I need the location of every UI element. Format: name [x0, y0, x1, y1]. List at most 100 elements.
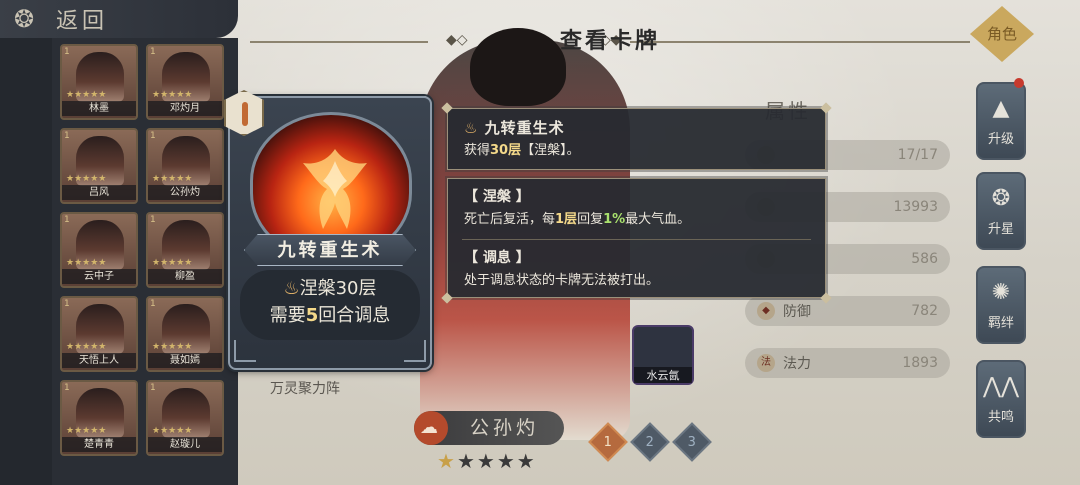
resonance-label: 共鸣: [987, 410, 1014, 425]
hero-card-name: 天悟上人: [62, 353, 136, 368]
skill-slot[interactable]: 水云氤: [632, 325, 694, 385]
hero-level-badge: 1: [64, 299, 70, 309]
hero-level-badge: 1: [150, 47, 156, 57]
defense-icon: ◆: [757, 302, 775, 320]
resonance-button[interactable]: ⋀⋀ 共鸣: [976, 360, 1026, 438]
stat-row-defense: ◆ 防御 782: [745, 296, 950, 326]
hero-card-name: 公孙灼: [148, 185, 222, 200]
stat-value: 586: [911, 251, 938, 267]
tier-selector: 1 2 3: [588, 422, 712, 462]
roster-hero-card[interactable]: 1 ★★★★★ 吕风: [60, 128, 138, 204]
hero-level-badge: 1: [64, 215, 70, 225]
hero-card-name: 吕风: [62, 185, 136, 200]
hero-card-stars: ★★★★★: [152, 426, 193, 436]
back-button[interactable]: ❂ 返回: [0, 0, 238, 38]
keyword-desc: 处于调息状态的卡牌无法被打出。: [464, 273, 660, 288]
card-cost-prefix: 需要: [269, 305, 306, 326]
card-caption: 万灵聚力阵: [270, 381, 340, 397]
hero-card-stars: ★★★★★: [152, 90, 193, 100]
roster-hero-card[interactable]: 1 ★★★★★ 邓灼月: [146, 44, 224, 120]
skill-tooltip-title-row: ♨ 九转重生术: [464, 117, 809, 139]
hero-level-badge: 1: [150, 215, 156, 225]
tier-label: 1: [603, 434, 613, 450]
roster-hero-card[interactable]: 1 ★★★★★ 楚青青: [60, 380, 138, 456]
star-icon: ★: [496, 449, 517, 473]
roster-hero-card[interactable]: 1 ★★★★★ 柳盈: [146, 212, 224, 288]
star-up-label: 升星: [987, 222, 1014, 237]
tier-button[interactable]: 1: [588, 422, 628, 462]
fire-element-icon: ☁: [414, 411, 448, 445]
card-cost-value: 5: [305, 305, 319, 326]
desc-part: 回复: [577, 212, 604, 227]
roster-hero-card[interactable]: 1 ★★★★★ 天悟上人: [60, 296, 138, 372]
card-effect-value: 30层: [335, 278, 377, 299]
back-label: 返回: [56, 9, 109, 34]
hero-level-badge: 1: [150, 383, 156, 393]
card-cost-line: 需要5回合调息: [240, 302, 420, 330]
hero-card-name: 林墨: [62, 101, 136, 116]
hero-card-stars: ★★★★★: [152, 342, 193, 352]
phoenix-icon: [303, 149, 367, 229]
hero-card-stars: ★★★★★: [152, 258, 193, 268]
card-corner-ornament: [234, 340, 256, 362]
bond-icon: ✺: [991, 280, 1011, 305]
hero-level-badge: 1: [64, 47, 70, 57]
hero-card-stars: ★★★★★: [152, 174, 193, 184]
roster-hero-card[interactable]: 1 ★★★★★ 云中子: [60, 212, 138, 288]
mana-icon: 法: [757, 354, 775, 372]
card-cost-suffix: 回合调息: [318, 305, 391, 326]
card-effect-prefix: 涅槃: [299, 278, 336, 299]
roster-hero-card[interactable]: 1 ★★★★★ 聂如嫣: [146, 296, 224, 372]
hero-card-name: 楚青青: [62, 437, 136, 452]
keyword-title: 【 调息 】: [464, 250, 530, 266]
desc-part: 1%: [603, 212, 626, 227]
bond-button[interactable]: ✺ 羁绊: [976, 266, 1026, 344]
flame-icon: ♨: [283, 278, 300, 299]
stat-label: 法力: [783, 356, 811, 372]
flame-icon: ♨: [464, 119, 485, 137]
card-description: ♨涅槃30层 需要5回合调息: [240, 270, 420, 340]
roster-hero-card[interactable]: 1 ★★★★★ 林墨: [60, 44, 138, 120]
star-icon: ★: [476, 449, 497, 473]
card-effect-line: ♨涅槃30层: [240, 276, 420, 302]
tier-label: 3: [687, 434, 697, 450]
bond-label: 羁绊: [987, 316, 1014, 331]
keyword-meditate: 【 调息 】 处于调息状态的卡牌无法被打出。: [448, 240, 825, 300]
tier-button[interactable]: 3: [672, 422, 712, 462]
roster-grid: 1 ★★★★★ 林墨 1 ★★★★★ 邓灼月 1 ★★★★★ 吕风 1 ★★★★★ 公孙灼 1 ★★★★★…: [60, 44, 230, 456]
hero-level-badge: 1: [64, 383, 70, 393]
card-corner-ornament: [404, 340, 426, 362]
desc-value: 30层: [490, 143, 522, 158]
hero-card-stars: ★★★★★: [66, 174, 107, 184]
stat-label: 防御: [783, 304, 811, 320]
upgrade-button[interactable]: ▲ 升级: [976, 82, 1026, 160]
hero-name: 公孙灼: [470, 417, 540, 439]
hero-card-name: 邓灼月: [148, 101, 222, 116]
keyword-desc: 死亡后复活，每1层回复1%最大气血。: [464, 207, 809, 233]
hero-card-stars: ★★★★★: [66, 90, 107, 100]
tier-button[interactable]: 2: [630, 422, 670, 462]
star-icon: ★: [456, 449, 477, 473]
skill-tooltip: ♨ 九转重生术 获得30层【涅槃】。: [441, 102, 832, 170]
desc-part: 1层: [555, 212, 578, 227]
card-cost-gem-icon: [224, 90, 264, 136]
side-menu: 角色 ▲ 升级 ❂ 升星 ✺ 羁绊 ⋀⋀ 共鸣: [968, 0, 1038, 485]
stat-row-mana: 法法力 1893: [745, 348, 950, 378]
tier-label: 2: [645, 434, 655, 450]
roster-hero-card[interactable]: 1 ★★★★★ 公孙灼: [146, 128, 224, 204]
skill-tooltip-title: 九转重生术: [484, 119, 565, 137]
hero-level-badge: 1: [150, 131, 156, 141]
resonance-icon: ⋀⋀: [982, 374, 1020, 399]
stat-value: 17/17: [897, 147, 938, 163]
star-up-button[interactable]: ❂ 升星: [976, 172, 1026, 250]
upgrade-icon: ▲: [992, 96, 1010, 121]
role-tab[interactable]: 角色: [970, 6, 1034, 62]
roster-hero-card[interactable]: 1 ★★★★★ 赵璇儿: [146, 380, 224, 456]
hero-card-stars: ★★★★★: [66, 258, 107, 268]
keyword-nirvana: 【 涅槃 】 死亡后复活，每1层回复1%最大气血。: [448, 179, 825, 239]
card-name: 九转重生术: [244, 234, 416, 266]
hero-card-stars: ★★★★★: [66, 342, 107, 352]
hero-card-name: 赵璇儿: [148, 437, 222, 452]
roster-scrollbar[interactable]: [0, 38, 52, 485]
skill-slot-name: 水云氤: [634, 367, 692, 383]
